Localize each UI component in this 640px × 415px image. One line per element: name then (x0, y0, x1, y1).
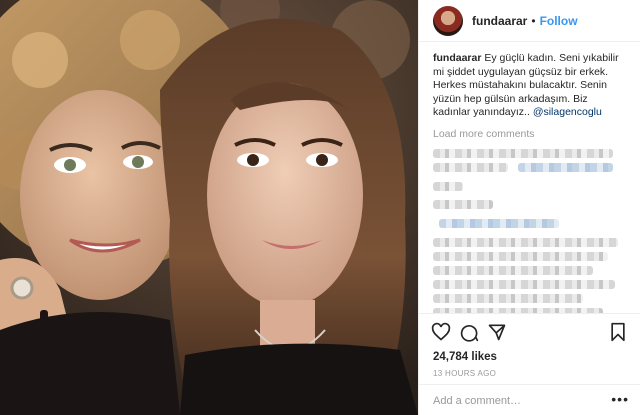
blurred-comment (433, 199, 623, 313)
blurred-comment-line (433, 279, 615, 289)
header-username[interactable]: fundaarar (472, 14, 527, 28)
avatar[interactable] (433, 5, 463, 36)
likes-count[interactable]: 24,784 likes (433, 351, 497, 363)
blurred-comment-line (433, 293, 583, 303)
blurred-mention-line (518, 162, 614, 172)
selfie-image (0, 0, 418, 415)
blurred-comment-line (433, 181, 463, 191)
add-comment-bar: ••• (419, 384, 640, 415)
blurred-comment-line (433, 251, 608, 261)
post-caption: fundaarar Ey güçlü kadın. Seni yıkabilir… (433, 52, 627, 120)
comment-icon[interactable] (459, 322, 479, 342)
action-icons (431, 322, 631, 344)
blurred-comment (433, 148, 623, 191)
follow-button[interactable]: Follow (540, 14, 578, 28)
bookmark-icon[interactable] (608, 322, 628, 342)
blurred-comment-line (433, 199, 493, 209)
caption-mention[interactable]: @silagencoglu (533, 106, 602, 118)
blurred-comment-line (433, 162, 508, 172)
post-photo[interactable] (0, 0, 418, 415)
more-options-icon[interactable]: ••• (611, 391, 629, 407)
post-side-panel: fundaarar • Follow fundaarar Ey güçlü ka… (418, 0, 640, 415)
share-icon[interactable] (487, 322, 507, 342)
post-header: fundaarar • Follow (419, 0, 640, 42)
header-separator: • (531, 13, 536, 28)
blurred-comment-line (433, 237, 618, 247)
blurred-comment-line (433, 265, 593, 275)
blurred-comment-line (433, 148, 613, 158)
comments-section: fundaarar Ey güçlü kadın. Seni yıkabilir… (419, 42, 640, 313)
add-comment-input[interactable] (433, 385, 603, 415)
load-more-comments-button[interactable]: Load more comments (433, 128, 627, 140)
post-timestamp[interactable]: 13 HOURS AGO (433, 369, 496, 378)
caption-username[interactable]: fundaarar (433, 52, 481, 64)
instagram-post: fundaarar • Follow fundaarar Ey güçlü ka… (0, 0, 640, 415)
blurred-mention-line (439, 218, 559, 228)
heart-icon[interactable] (431, 322, 451, 342)
post-actions: 24,784 likes 13 HOURS AGO ••• (419, 313, 640, 415)
